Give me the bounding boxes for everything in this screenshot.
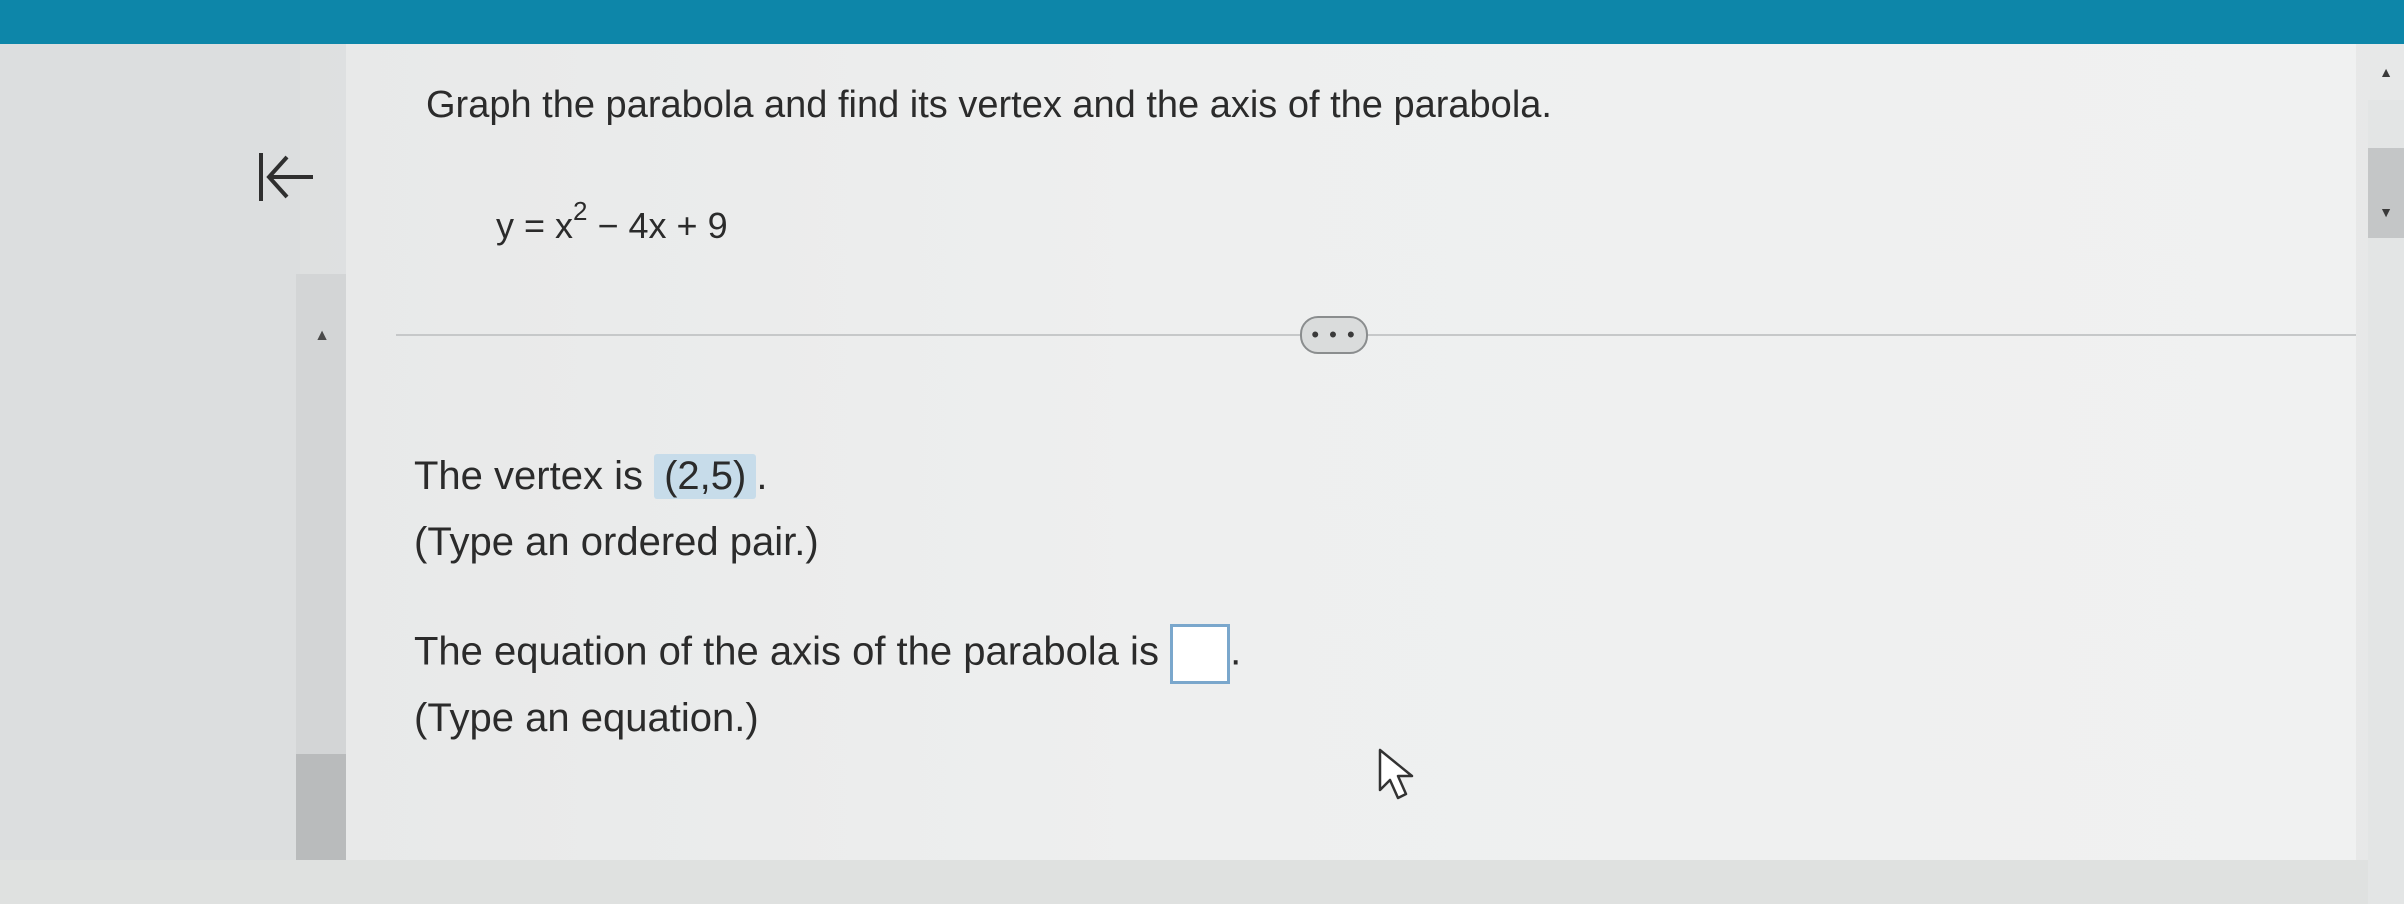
vertex-label: The vertex is [414,454,643,498]
vertex-line: The vertex is (2,5). [414,454,767,499]
left-scrollbar-thumb[interactable] [296,754,346,860]
equation-lhs: y = x [496,205,574,246]
vertex-answer[interactable]: (2,5) [654,454,757,499]
scroll-up-arrow-icon[interactable]: ▲ [2374,62,2398,82]
vertex-suffix: . [756,454,768,498]
page: ▲ Graph the parabola and find its vertex… [0,44,2404,904]
axis-suffix: . [1230,629,1242,674]
mouse-pointer-icon [1378,748,1414,800]
top-bar [0,0,2404,44]
axis-line: The equation of the axis of the parabola… [414,624,1241,684]
more-options-button[interactable]: • • • [1300,316,1368,354]
question-prompt: Graph the parabola and find its vertex a… [426,84,1552,126]
section-divider [396,334,2356,336]
back-button[interactable] [240,132,330,222]
scroll-down-arrow-icon[interactable]: ▼ [2374,202,2398,222]
left-scrollbar[interactable] [296,274,346,860]
axis-equation-input[interactable] [1170,624,1231,684]
axis-hint: (Type an equation.) [414,696,759,740]
equation-rhs: − 4x + 9 [587,205,728,246]
right-scrollbar-thumb[interactable] [2368,148,2404,238]
back-to-start-icon [259,153,313,201]
scroll-up-arrow-icon[interactable]: ▲ [310,324,334,348]
question-content: Graph the parabola and find its vertex a… [346,44,2356,860]
vertex-hint: (Type an ordered pair.) [414,520,819,564]
equation: y = x2 − 4x + 9 [496,196,728,247]
equation-exponent: 2 [573,196,588,226]
axis-label: The equation of the axis of the parabola… [414,629,1159,674]
